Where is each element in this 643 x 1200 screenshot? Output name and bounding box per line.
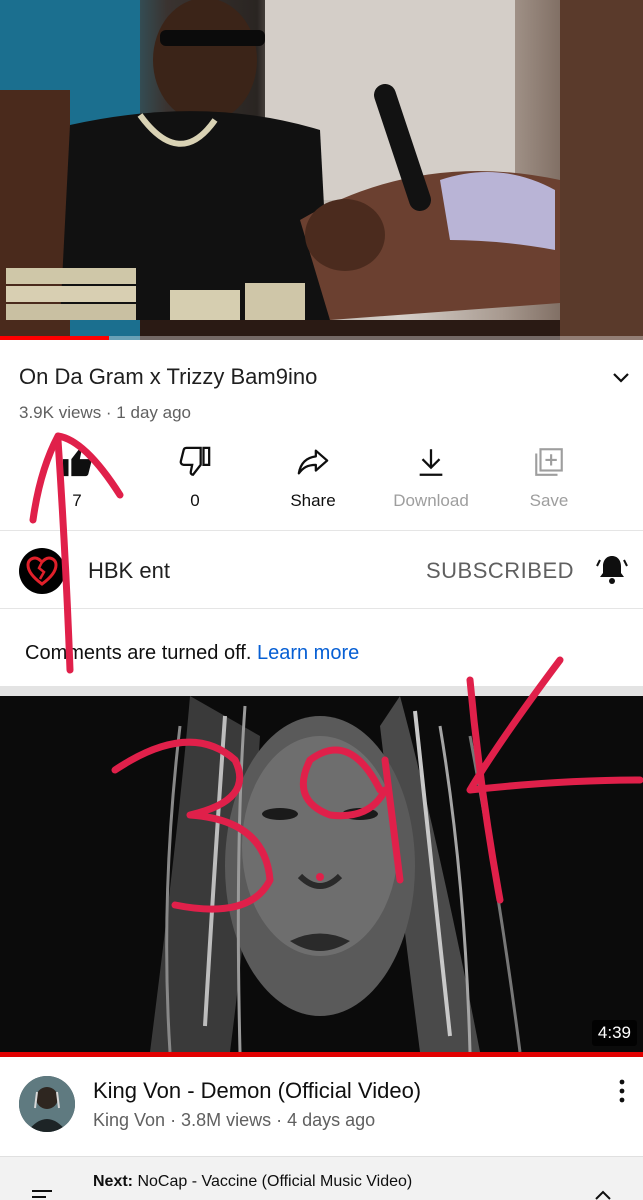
- action-bar: 7 0 Share Download Save: [0, 445, 643, 515]
- video-title: On Da Gram x Trizzy Bam9ino: [19, 364, 318, 389]
- thumbs-up-icon: [62, 449, 92, 477]
- up-next-meta: King Von · 3.8M views · 4 days ago: [93, 1110, 376, 1130]
- up-next-item[interactable]: King Von - Demon (Official Video) King V…: [0, 1060, 643, 1150]
- up-next-title[interactable]: King Von - Demon (Official Video): [93, 1078, 421, 1104]
- video-frame: [0, 0, 643, 340]
- divider: [0, 608, 643, 609]
- subscribe-button[interactable]: SUBSCRIBED: [426, 558, 574, 584]
- more-vert-icon[interactable]: [612, 1076, 632, 1106]
- comments-status: Comments are turned off. Learn more: [25, 642, 359, 665]
- comments-section: Comments are turned off. Learn more: [0, 610, 643, 686]
- download-label: Download: [393, 491, 469, 510]
- queue-next-prefix: Next:: [93, 1173, 134, 1190]
- comments-off-text: Comments are turned off.: [25, 642, 252, 664]
- thumbs-down-icon: [179, 446, 211, 476]
- playback-progress[interactable]: [0, 336, 643, 340]
- chevron-down-icon[interactable]: [608, 364, 634, 390]
- save-button[interactable]: Save: [494, 445, 604, 515]
- learn-more-link[interactable]: Learn more: [257, 642, 359, 664]
- up-next-thumbnail-image: [0, 696, 643, 1052]
- dislike-button[interactable]: 0: [140, 445, 250, 515]
- queue-next-text: Next: NoCap - Vaccine (Official Music Vi…: [93, 1173, 412, 1191]
- channel-row[interactable]: HBK ent SUBSCRIBED: [0, 532, 643, 608]
- watched-progress: [0, 1052, 643, 1057]
- divider: [0, 530, 643, 531]
- queue-icon: [32, 1190, 52, 1198]
- broken-heart-icon: [26, 556, 58, 586]
- save-label: Save: [529, 491, 569, 510]
- queue-bar[interactable]: Next: NoCap - Vaccine (Official Music Vi…: [0, 1156, 643, 1200]
- video-title-row[interactable]: On Da Gram x Trizzy Bam9ino: [19, 362, 619, 392]
- video-player[interactable]: [0, 0, 643, 340]
- video-duration: 4:39: [591, 1020, 637, 1046]
- download-icon: [419, 449, 443, 476]
- share-button[interactable]: Share: [258, 445, 368, 515]
- section-separator: [0, 686, 643, 696]
- share-label: Share: [290, 491, 336, 510]
- channel-avatar[interactable]: [19, 548, 65, 594]
- like-count: 7: [72, 491, 82, 510]
- add-to-playlist-icon: [535, 448, 563, 476]
- playback-progress-fill: [0, 336, 110, 340]
- like-button[interactable]: 7: [22, 445, 132, 515]
- up-next-thumbnail[interactable]: 4:39: [0, 696, 643, 1052]
- video-meta: 3.9K views · 1 day ago: [19, 403, 191, 422]
- queue-next-title: NoCap - Vaccine (Official Music Video): [137, 1173, 413, 1190]
- share-icon: [297, 449, 329, 475]
- avatar-image: [19, 1076, 75, 1132]
- download-button[interactable]: Download: [376, 445, 486, 515]
- channel-name[interactable]: HBK ent: [88, 558, 170, 584]
- chevron-up-icon[interactable]: [592, 1187, 614, 1200]
- dislike-count: 0: [190, 491, 200, 510]
- bell-icon[interactable]: [596, 552, 628, 586]
- channel-avatar[interactable]: [19, 1076, 75, 1132]
